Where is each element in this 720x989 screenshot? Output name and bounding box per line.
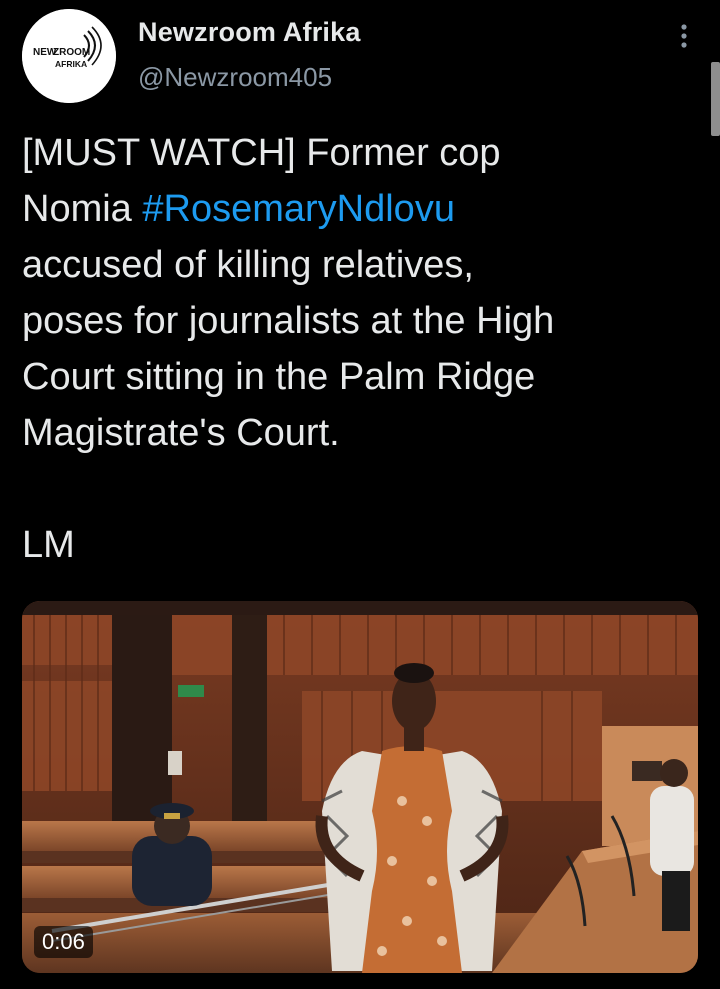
author-display-name[interactable]: Newzroom Afrika [138,17,361,48]
tweet-line: poses for journalists at the High [22,300,555,342]
author-avatar[interactable]: NEW ZROOM AFRIKA [22,9,116,103]
video-thumbnail[interactable] [22,601,698,973]
video-duration-badge: 0:06 [34,926,93,958]
hashtag-link[interactable]: #RosemaryNdlovu [142,188,455,230]
scrollbar-thumb[interactable] [711,62,720,136]
svg-text:ZROOM: ZROOM [53,47,90,58]
tweet-signoff: LM [22,524,75,566]
more-vertical-icon[interactable] [673,20,695,52]
tweet-line: Nomia #RosemaryNdlovu [22,181,702,237]
tweet-line: Magistrate's Court. [22,412,340,454]
tweet-page: NEW ZROOM AFRIKA Newzroom Afrika @Newzro… [0,0,720,989]
author-handle[interactable]: @Newzroom405 [138,62,332,93]
tweet-line: Court sitting in the Palm Ridge [22,356,536,398]
tweet-spacer [22,461,702,517]
tweet-line-prefix: Nomia [22,188,143,230]
tweet-line: accused of killing relatives, [22,244,474,286]
courtroom-scene [22,601,698,973]
tweet-line: [MUST WATCH] Former cop [22,132,501,174]
tweet-text: [MUST WATCH] Former cop Nomia #RosemaryN… [22,125,702,573]
newzroom-logo-icon: NEW ZROOM AFRIKA [22,9,116,103]
svg-text:AFRIKA: AFRIKA [55,59,87,69]
